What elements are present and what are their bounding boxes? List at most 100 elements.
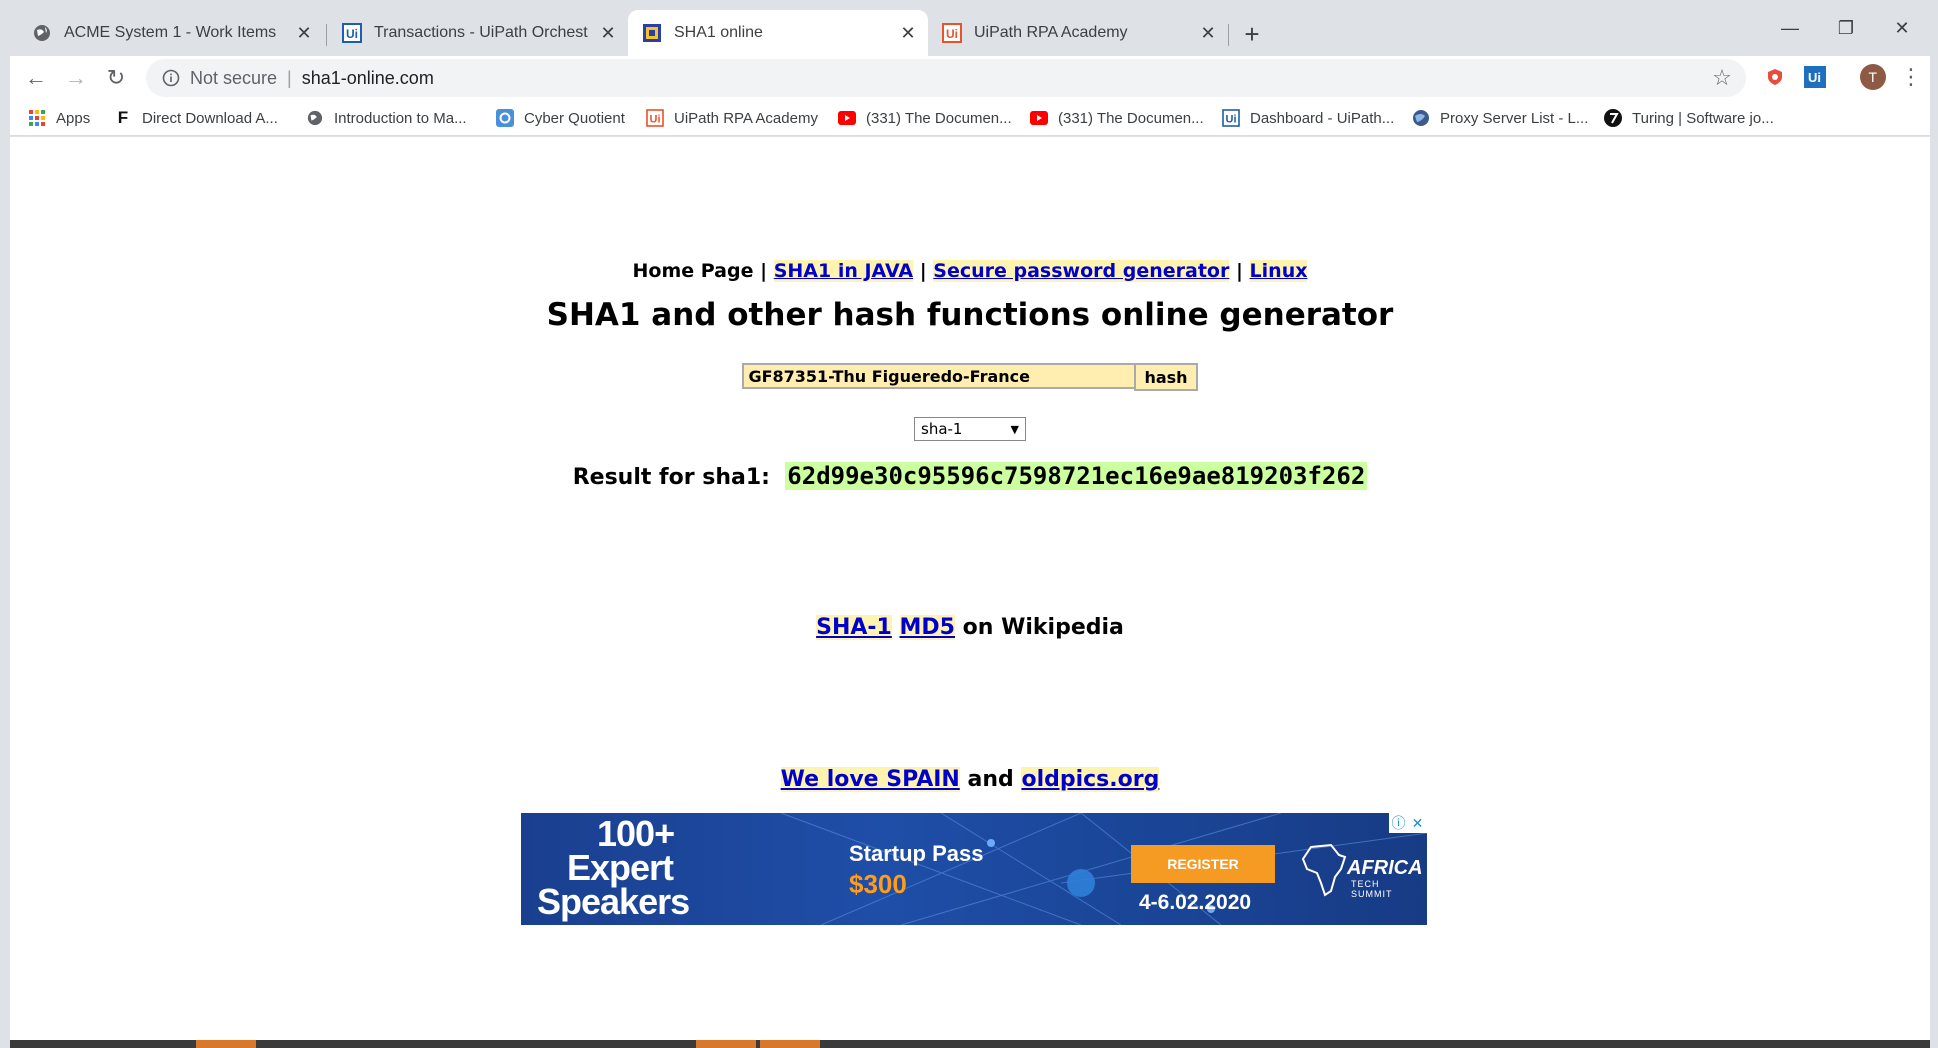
bookmark-youtube-2[interactable]: (331) The Documen... xyxy=(1030,106,1204,130)
hash-button[interactable]: hash xyxy=(1134,363,1198,391)
nav-separator: | xyxy=(919,260,927,282)
reload-button[interactable]: ↻ xyxy=(100,62,132,94)
info-icon[interactable] xyxy=(160,67,182,89)
wikipedia-line: SHA-1 MD5 on Wikipedia xyxy=(10,615,1930,640)
ad-register-button[interactable]: REGISTER xyxy=(1131,845,1275,883)
bookmark-proxy-server[interactable]: Proxy Server List - L... xyxy=(1412,106,1588,130)
turing-icon xyxy=(1604,109,1622,127)
tab-uipath-academy[interactable]: Ui UiPath RPA Academy ✕ xyxy=(928,10,1228,56)
browser-menu-icon[interactable]: ⋮ xyxy=(1898,64,1924,90)
ad-logo-text: AFRICA xyxy=(1347,857,1423,879)
linux-link[interactable]: Linux xyxy=(1249,260,1308,282)
bookmark-introduction[interactable]: Introduction to Ma... xyxy=(306,106,467,130)
taskbar-app-highlight[interactable] xyxy=(696,1040,756,1048)
algorithm-row: sha-1 ▼ xyxy=(10,417,1930,441)
bookmark-label: Apps xyxy=(56,109,91,127)
bookmarks-bar: Apps F Direct Download A... Introduction… xyxy=(10,100,1930,136)
result-label: Result for sha1: xyxy=(572,465,770,490)
sha1-wikipedia-link[interactable]: SHA-1 xyxy=(816,615,892,640)
shield-extension-icon[interactable] xyxy=(1762,64,1788,90)
ad-banner[interactable]: 100+ Expert Speakers Startup Pass $300 R… xyxy=(521,813,1427,925)
we-love-spain-link[interactable]: We love SPAIN xyxy=(780,767,960,792)
close-tab-icon[interactable]: ✕ xyxy=(1196,21,1220,45)
youtube-icon xyxy=(838,109,856,127)
globe-icon xyxy=(32,23,52,43)
bookmark-uipath-dashboard[interactable]: Ui Dashboard - UiPath... xyxy=(1222,106,1394,130)
bookmark-label: Cyber Quotient xyxy=(524,109,625,127)
security-label: Not secure xyxy=(190,67,278,88)
close-ad-icon[interactable]: ✕ xyxy=(1408,813,1427,833)
bookmark-uipath-academy[interactable]: Ui UiPath RPA Academy xyxy=(646,106,818,130)
bookmark-label: Direct Download A... xyxy=(142,109,278,127)
close-window-button[interactable]: ✕ xyxy=(1874,10,1930,46)
sha1-favicon xyxy=(642,23,662,43)
tab-acme-system[interactable]: ACME System 1 - Work Items ✕ xyxy=(18,10,324,56)
back-button[interactable]: ← xyxy=(20,62,52,94)
minimize-button[interactable]: — xyxy=(1762,10,1818,46)
tab-title: SHA1 online xyxy=(674,24,763,41)
secure-password-generator-link[interactable]: Secure password generator xyxy=(933,260,1230,282)
algorithm-select[interactable]: sha-1 ▼ xyxy=(914,417,1026,441)
restore-button[interactable]: ❐ xyxy=(1818,10,1874,46)
sha1-in-java-link[interactable]: SHA1 in JAVA xyxy=(773,260,914,282)
ad-choices[interactable]: ⓘ ✕ xyxy=(1389,813,1427,833)
tab-strip: ACME System 1 - Work Items ✕ Ui Transact… xyxy=(10,10,1930,56)
bookmark-label: Introduction to Ma... xyxy=(334,109,467,127)
ad-price: $300 xyxy=(849,869,907,899)
taskbar-app-highlight[interactable] xyxy=(196,1040,256,1048)
adchoices-icon[interactable]: ⓘ xyxy=(1389,813,1408,833)
svg-text:Ui: Ui xyxy=(346,27,358,41)
bookmark-turing[interactable]: Turing | Software jo... xyxy=(1604,106,1774,130)
bookmark-star-icon[interactable]: ☆ xyxy=(1710,65,1734,90)
close-tab-icon[interactable]: ✕ xyxy=(292,21,316,45)
svg-text:Ui: Ui xyxy=(650,114,661,126)
taskbar xyxy=(10,1040,1930,1048)
taskbar-app-highlight[interactable] xyxy=(760,1040,820,1048)
ad-headline-line: Expert xyxy=(567,847,674,888)
africa-tech-summit-logo: AFRICA TECH SUMMIT xyxy=(1301,839,1423,899)
promo-and-text: and xyxy=(967,767,1014,792)
profile-avatar[interactable]: T xyxy=(1860,64,1886,90)
result-line: Result for sha1: 62d99e30c95596c7598721e… xyxy=(10,462,1930,490)
tab-sha1-online[interactable]: SHA1 online ✕ xyxy=(628,10,928,56)
uipath-extension-icon[interactable]: Ui xyxy=(1802,64,1828,90)
ad-headline-line: 100+ xyxy=(597,813,675,854)
uipath-extension-label: Ui xyxy=(1808,70,1821,85)
cq-icon xyxy=(496,109,514,127)
address-bar[interactable]: Not secure | sha1-online.com ☆ xyxy=(146,59,1746,97)
dropdown-arrow-icon: ▼ xyxy=(1010,422,1019,436)
close-tab-icon[interactable]: ✕ xyxy=(896,21,920,45)
ad-dates: 4-6.02.2020 xyxy=(1139,891,1252,914)
ad-headline: 100+ Expert Speakers xyxy=(537,813,690,922)
uipath-academy-icon: Ui xyxy=(942,23,962,43)
tab-uipath-orchestrator[interactable]: Ui Transactions - UiPath Orchestrator ✕ xyxy=(328,10,628,56)
bookmark-label: Turing | Software jo... xyxy=(1632,109,1774,127)
bookmark-youtube-1[interactable]: (331) The Documen... xyxy=(838,106,1012,130)
url-text[interactable]: sha1-online.com xyxy=(302,68,434,89)
browser-toolbar: ← → ↻ Not secure | sha1-online.com ☆ Ui … xyxy=(10,56,1930,100)
bookmark-label: UiPath RPA Academy xyxy=(674,109,818,127)
oldpics-link[interactable]: oldpics.org xyxy=(1021,767,1160,792)
tab-title: Transactions - UiPath Orchestrator xyxy=(374,24,588,41)
new-tab-button[interactable]: + xyxy=(1238,19,1266,49)
close-tab-icon[interactable]: ✕ xyxy=(596,21,620,45)
youtube-icon xyxy=(1030,109,1048,127)
bookmark-cyber-quotient[interactable]: Cyber Quotient xyxy=(496,106,625,130)
bookmark-label: Dashboard - UiPath... xyxy=(1250,109,1395,127)
hash-text-input[interactable] xyxy=(742,363,1135,389)
nav-separator: | xyxy=(1235,260,1243,282)
bookmark-direct-download[interactable]: F Direct Download A... xyxy=(114,106,278,130)
profile-initial: T xyxy=(1869,69,1878,85)
svg-text:Ui: Ui xyxy=(946,27,958,41)
site-nav: Home Page | SHA1 in JAVA | Secure passwo… xyxy=(10,260,1930,282)
tab-title: ACME System 1 - Work Items xyxy=(64,24,277,41)
wikipedia-suffix: on Wikipedia xyxy=(962,615,1124,640)
forward-button[interactable]: → xyxy=(60,62,92,94)
bookmark-apps[interactable]: Apps xyxy=(28,106,90,130)
ad-pass-label: Startup Pass xyxy=(849,841,984,866)
algorithm-selected-value: sha-1 xyxy=(921,420,963,438)
nav-separator: | xyxy=(760,260,768,282)
ad-headline-line: Speakers xyxy=(537,881,690,922)
home-page-label: Home Page xyxy=(632,260,754,282)
md5-wikipedia-link[interactable]: MD5 xyxy=(899,615,955,640)
